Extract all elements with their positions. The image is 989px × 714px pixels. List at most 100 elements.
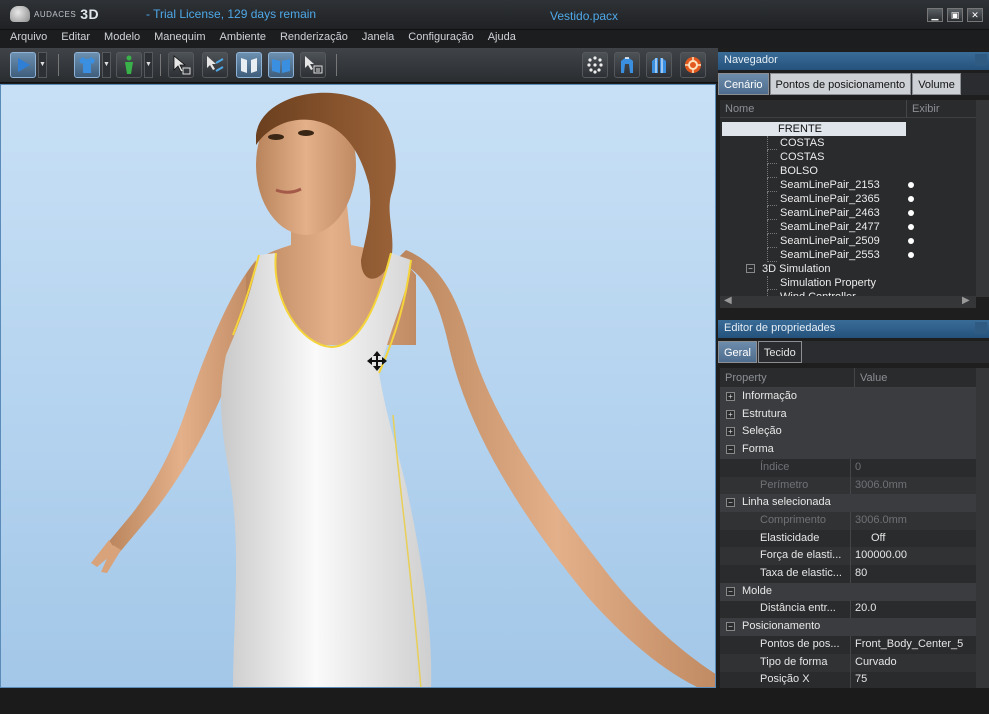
garment-button[interactable] [74,52,100,78]
menu-renderizacao[interactable]: Renderização [280,30,348,48]
tree-item[interactable]: FRENTE [720,122,976,136]
tree-item[interactable]: SeamLinePair_2477 [720,220,976,234]
properties-header: Editor de propriedades [718,320,989,338]
property-row[interactable]: Perímetro 3006.0mm [720,476,976,495]
property-value[interactable]: 3006.0mm [850,511,976,530]
property-row[interactable]: Posição X 75 [720,671,976,690]
tab-tecido[interactable]: Tecido [757,341,802,363]
properties-scrollbar-v[interactable] [976,368,989,688]
tree-item[interactable]: −3D Simulation [720,262,976,276]
menu-manequim[interactable]: Manequim [154,30,205,48]
sew-tool-button[interactable] [202,52,228,78]
tab-pontos-posicionamento[interactable]: Pontos de posicionamento [769,73,912,95]
property-name: Forma [742,443,774,456]
property-value[interactable]: 20.0 [850,600,976,619]
visibility-dot-icon[interactable] [908,224,914,230]
minimize-button[interactable]: ▁ [927,8,943,22]
property-row[interactable]: Taxa de elastic... 80 [720,565,976,583]
play-icon [18,58,30,72]
tree-scrollbar-h[interactable]: ◀ ▶ [720,295,976,308]
tab-cenario[interactable]: Cenário [718,73,769,95]
tree-item[interactable]: SeamLinePair_2553 [720,248,976,262]
menu-editar[interactable]: Editar [61,30,90,48]
scroll-right-icon[interactable]: ▶ [962,295,970,306]
collapse-icon[interactable]: − [726,498,735,508]
menu-janela[interactable]: Janela [362,30,394,48]
tab-volume[interactable]: Volume [912,73,961,95]
property-row[interactable]: Pontos de pos... Front_Body_Center_5 [720,635,976,654]
pattern-front-button[interactable] [236,52,262,78]
property-value[interactable]: 75 [850,671,976,690]
tree-item[interactable]: SeamLinePair_2463 [720,206,976,220]
expand-icon[interactable]: + [726,409,735,419]
navigator-close-icon[interactable] [975,54,987,66]
garment-dropdown[interactable]: ▼ [102,52,111,78]
3d-viewport[interactable] [0,84,716,688]
visibility-dot-icon[interactable] [908,238,914,244]
property-row[interactable]: Elasticidade Off [720,529,976,548]
collapse-icon[interactable]: − [726,586,735,596]
menu-ajuda[interactable]: Ajuda [488,30,516,48]
property-value[interactable]: 100000.00 [850,547,976,566]
property-category[interactable]: − Molde [720,582,976,601]
scroll-left-icon[interactable]: ◀ [724,295,732,306]
row-gutter [720,565,740,583]
menu-arquivo[interactable]: Arquivo [10,30,47,48]
play-dropdown[interactable]: ▼ [38,52,47,78]
mannequin-button[interactable] [116,52,142,78]
tree-item[interactable]: Simulation Property [720,276,976,290]
tree-item[interactable]: COSTAS [720,136,976,150]
property-category[interactable]: + Informação [720,388,976,406]
mannequin-dropdown[interactable]: ▼ [144,52,153,78]
property-value[interactable]: 3006.0mm [850,476,976,495]
property-value[interactable]: Curvado [850,653,976,672]
status-bar [0,688,989,714]
property-category[interactable]: + Estrutura [720,405,976,424]
visibility-dot-icon[interactable] [908,182,914,188]
tree-item[interactable]: BOLSO [720,164,976,178]
select-piece-button[interactable] [300,52,326,78]
collapse-icon[interactable]: − [726,445,735,455]
collapse-icon[interactable]: − [726,622,735,632]
visibility-dot-icon[interactable] [908,210,914,216]
property-row[interactable]: Tipo de forma Curvado [720,653,976,672]
tree-item[interactable]: SeamLinePair_2153 [720,178,976,192]
property-category[interactable]: + Seleção [720,423,976,442]
property-category[interactable]: − Forma [720,441,976,460]
property-row[interactable]: Comprimento 3006.0mm [720,511,976,530]
mannequin-front-button[interactable] [614,52,640,78]
grid-points-button[interactable] [582,52,608,78]
tree-scrollbar-v[interactable] [976,100,989,297]
property-value[interactable]: 80 [850,565,976,583]
menu-ambiente[interactable]: Ambiente [219,30,265,48]
collapse-icon[interactable]: − [746,264,755,273]
pattern-open-icon [272,59,290,73]
render-button[interactable] [680,52,706,78]
close-button[interactable]: ✕ [967,8,983,22]
tree-item[interactable]: COSTAS [720,150,976,164]
expand-icon[interactable]: + [726,392,735,401]
menu-modelo[interactable]: Modelo [104,30,140,48]
property-row[interactable]: Índice 0 [720,458,976,477]
properties-close-icon[interactable] [975,322,987,334]
property-value[interactable]: Front_Body_Center_5 [850,635,976,654]
select-tool-button[interactable] [168,52,194,78]
tree-item[interactable]: SeamLinePair_2509 [720,234,976,248]
menu-configuracao[interactable]: Configuração [408,30,473,48]
maximize-button[interactable]: ▣ [947,8,963,22]
pattern-open-button[interactable] [268,52,294,78]
play-button[interactable] [10,52,36,78]
property-row[interactable]: Força de elasti... 100000.00 [720,547,976,566]
tree-item[interactable]: SeamLinePair_2365 [720,192,976,206]
mannequin-side-button[interactable] [646,52,672,78]
tab-geral[interactable]: Geral [718,341,757,363]
property-row[interactable]: Distância entr... 20.0 [720,600,976,619]
expand-icon[interactable]: + [726,427,735,437]
property-value[interactable]: 0 [850,458,976,477]
property-category[interactable]: − Linha selecionada [720,494,976,513]
property-category[interactable]: − Posicionamento [720,618,976,637]
visibility-dot-icon[interactable] [908,196,914,202]
navigator-tabs: Cenário Pontos de posicionamento Volume [718,73,989,95]
visibility-dot-icon[interactable] [908,252,914,258]
property-value[interactable]: Off [850,529,976,548]
